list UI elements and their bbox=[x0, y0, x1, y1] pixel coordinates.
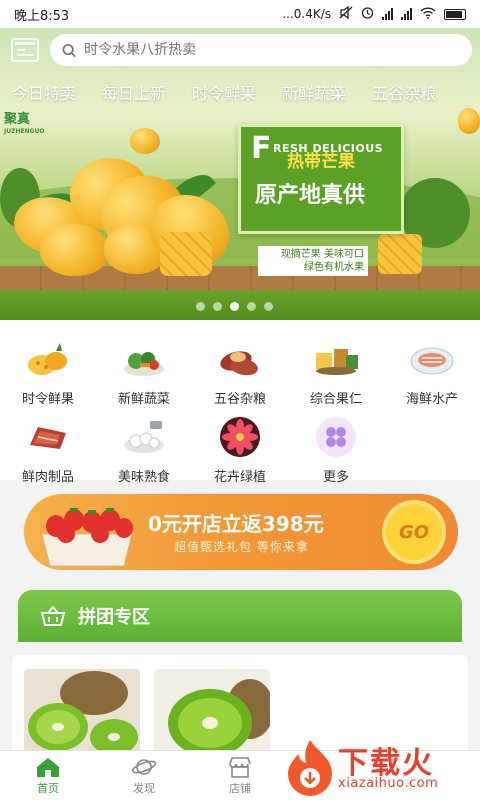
cooked-food-icon bbox=[119, 414, 169, 460]
banner-tag-2: 绿色有机水果 bbox=[304, 262, 364, 273]
grid-label: 新鲜蔬菜 bbox=[117, 392, 170, 407]
kiwi-product-image[interactable] bbox=[24, 669, 140, 755]
group-buy-title: 拼团专区 bbox=[78, 607, 150, 628]
signal-icon-2 bbox=[401, 8, 412, 20]
grid-item-nuts[interactable]: 综合果仁 bbox=[288, 336, 384, 407]
nav-label: 店铺 bbox=[229, 781, 251, 795]
grid-label: 综合果仁 bbox=[309, 392, 362, 407]
flame-logo-icon bbox=[288, 740, 332, 796]
promo-sub-text: 超值甄选礼包 等你来拿 bbox=[174, 540, 309, 554]
nav-label: 首页 bbox=[37, 781, 59, 795]
grid-label: 鲜肉制品 bbox=[21, 470, 74, 485]
brand-name: 聚真 bbox=[4, 112, 31, 127]
tab-seasonal-fruit[interactable]: 时令鲜果 bbox=[179, 80, 269, 104]
grid-item-seafood[interactable]: 海鲜水产 bbox=[384, 336, 480, 407]
go-button[interactable]: GO bbox=[386, 504, 442, 560]
flower-icon bbox=[215, 414, 265, 460]
vegetable-icon bbox=[119, 336, 169, 382]
carousel-dot[interactable] bbox=[213, 302, 222, 311]
grain-icon bbox=[215, 336, 265, 382]
kiwi-product-image[interactable] bbox=[154, 669, 270, 755]
grid-label: 更多 bbox=[322, 470, 349, 485]
nav-discover[interactable]: 发现 bbox=[96, 751, 192, 800]
carousel-dot[interactable] bbox=[247, 302, 256, 311]
group-buy-header: 拼团专区 bbox=[18, 590, 462, 642]
grid-item-seasonal-fruit[interactable]: 时令鲜果 bbox=[0, 336, 96, 407]
grid-item-more[interactable]: 更多 bbox=[288, 414, 384, 485]
planet-icon bbox=[131, 758, 157, 775]
status-icons: ...0.4K/s bbox=[282, 5, 466, 22]
wifi-icon bbox=[420, 6, 436, 22]
grid-label: 五谷杂粮 bbox=[213, 392, 266, 407]
carousel-dots bbox=[196, 302, 273, 311]
category-grid: 时令鲜果 新鲜蔬菜 五谷杂粮 综合果仁 海鲜水产 鲜肉制品 美味熟食 花卉绿植 … bbox=[0, 320, 480, 485]
fruit-icon bbox=[23, 336, 73, 382]
grid-item-flowers[interactable]: 花卉绿植 bbox=[192, 414, 288, 485]
seafood-icon bbox=[407, 336, 457, 382]
store-icon bbox=[229, 756, 251, 778]
grid-label: 花卉绿植 bbox=[213, 470, 266, 485]
search-box[interactable] bbox=[50, 34, 472, 66]
promo-main-text: 0元开店立返398元 bbox=[148, 512, 324, 536]
mango-image bbox=[40, 224, 110, 276]
promo-board: FRESH DELICIOUS 热带芒果 原产地真供 bbox=[238, 124, 404, 234]
search-icon bbox=[62, 43, 76, 57]
carousel-dot[interactable] bbox=[264, 302, 273, 311]
nav-label: 发现 bbox=[133, 781, 155, 795]
nav-home[interactable]: 首页 bbox=[0, 751, 96, 800]
grid-label: 时令鲜果 bbox=[21, 392, 74, 407]
grid-item-meat[interactable]: 鲜肉制品 bbox=[0, 414, 96, 485]
status-time: 晚上8:53 bbox=[14, 8, 70, 24]
grid-item-grains[interactable]: 五谷杂粮 bbox=[192, 336, 288, 407]
meat-icon bbox=[23, 414, 73, 460]
watermark-url: xiazaihuo.com bbox=[338, 776, 439, 791]
search-input[interactable] bbox=[84, 42, 460, 58]
strawberry-basket-image bbox=[34, 498, 140, 568]
id-card-icon bbox=[11, 38, 39, 62]
tab-fresh-vegetables[interactable]: 新鲜蔬菜 bbox=[269, 80, 359, 104]
tab-today-sale[interactable]: 今日特卖 bbox=[0, 80, 89, 104]
nav-store[interactable]: 店铺 bbox=[192, 751, 288, 800]
mango-image bbox=[458, 108, 480, 134]
promo-banner[interactable]: 0元开店立返398元 超值甄选礼包 等你来拿 GO bbox=[24, 494, 458, 570]
grid-label: 海鲜水产 bbox=[405, 392, 458, 407]
grid-item-cooked-food[interactable]: 美味熟食 bbox=[96, 414, 192, 485]
basket-icon bbox=[40, 605, 66, 626]
banner-tags: 现摘芒果 美味可口 绿色有机水果 bbox=[258, 246, 368, 276]
more-icon bbox=[311, 414, 361, 460]
search-row bbox=[10, 34, 472, 66]
banner-tag-1: 现摘芒果 美味可口 bbox=[280, 249, 364, 260]
home-icon bbox=[37, 757, 59, 777]
brand-logo: 聚真 JUZHENGUO bbox=[4, 112, 45, 138]
tab-daily-new[interactable]: 每日上新 bbox=[89, 80, 179, 104]
hero-banner[interactable]: 聚真 JUZHENGUO FRESH DELICIOUS 热带芒果 原产地真供 … bbox=[0, 28, 480, 320]
headline-letter: F bbox=[251, 131, 272, 166]
tab-grains[interactable]: 五谷杂粮 bbox=[359, 80, 449, 104]
signal-icon-1 bbox=[382, 8, 393, 20]
status-bar: 晚上8:53 ...0.4K/s bbox=[0, 0, 480, 28]
carousel-dot-active[interactable] bbox=[230, 302, 239, 311]
scan-button[interactable] bbox=[10, 37, 40, 63]
grid-item-vegetables[interactable]: 新鲜蔬菜 bbox=[96, 336, 192, 407]
nuts-icon bbox=[311, 336, 361, 382]
mango-cut-image bbox=[160, 232, 212, 276]
brand-sub: JUZHENGUO bbox=[4, 128, 45, 135]
battery-icon bbox=[444, 8, 466, 20]
alarm-icon bbox=[361, 6, 374, 22]
category-tabs: 今日特卖 每日上新 时令鲜果 新鲜蔬菜 五谷杂粮 bbox=[0, 80, 480, 104]
watermark: 下载火 xiazaihuo.com bbox=[282, 738, 478, 800]
mute-icon bbox=[339, 5, 353, 22]
mango-image bbox=[130, 128, 160, 154]
banner-title: 热带芒果 bbox=[287, 152, 355, 172]
banner-subtitle: 原产地真供 bbox=[255, 183, 366, 208]
network-speed: ...0.4K/s bbox=[282, 7, 331, 21]
grid-label: 美味熟食 bbox=[117, 470, 170, 485]
mango-cut-image bbox=[378, 234, 422, 274]
carousel-dot[interactable] bbox=[196, 302, 205, 311]
